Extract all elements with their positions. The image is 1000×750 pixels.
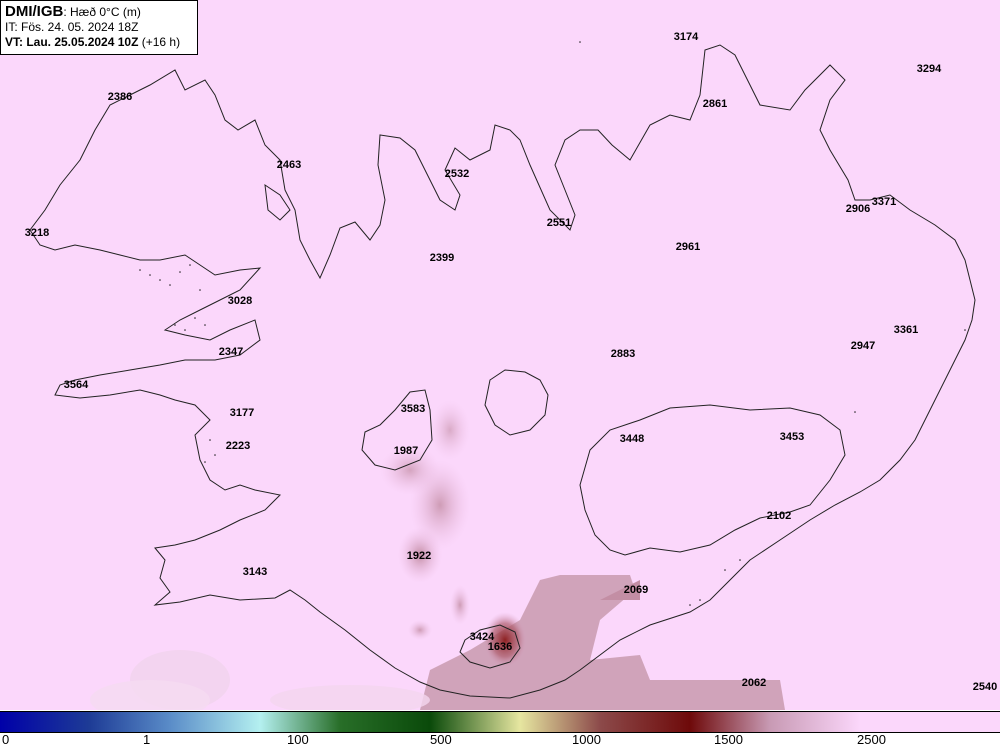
iceland-coastline — [29, 44, 976, 699]
station-value: 3361 — [894, 324, 918, 336]
parameter-label: Hæð 0°C (m) — [70, 5, 141, 19]
colorbar-tick: 0 — [2, 732, 10, 747]
station-value: 3564 — [64, 379, 89, 391]
station-value: 2906 — [846, 203, 870, 215]
initial-time: IT: Fös. 24. 05. 2024 18Z — [5, 20, 139, 34]
coastal-islets — [139, 41, 966, 606]
station-value: 3143 — [243, 566, 267, 578]
station-value: 2386 — [108, 91, 132, 103]
station-value: 3174 — [674, 31, 699, 43]
station-value: 2223 — [226, 440, 250, 452]
station-value: 2540 — [973, 681, 997, 693]
station-value: 3453 — [780, 431, 804, 443]
colorbar-tick: 100 — [287, 732, 309, 747]
colorbar-tick: 1000 — [572, 732, 601, 747]
station-value: 1636 — [488, 641, 512, 653]
station-value: 1922 — [407, 550, 431, 562]
station-value: 3177 — [230, 407, 254, 419]
station-value: 2069 — [624, 584, 648, 596]
station-value: 2883 — [611, 348, 635, 360]
station-value: 2102 — [767, 510, 791, 522]
station-value: 3028 — [228, 295, 252, 307]
colorbar: 0 1 100 500 1000 1500 2500 — [0, 710, 1000, 750]
station-value: 2551 — [547, 217, 571, 229]
station-value: 3448 — [620, 433, 644, 445]
valid-time-offset: (+16 h) — [141, 35, 181, 49]
low-freezing-level-shading — [90, 400, 785, 720]
station-value: 1987 — [394, 445, 418, 457]
station-value: 3583 — [401, 403, 425, 415]
source-label: DMI/IGB — [5, 3, 64, 20]
station-value: 3371 — [872, 196, 896, 208]
map-info-box: DMI/IGB: Hæð 0°C (m) IT: Fös. 24. 05. 20… — [0, 0, 198, 55]
freezing-level-map: 3174 3294 2386 2861 2463 2532 29063371 3218 2551… — [25, 31, 997, 720]
station-value: 2947 — [851, 340, 875, 352]
source-separator: : — [63, 5, 71, 19]
station-value: 2532 — [445, 168, 469, 180]
colorbar-strip — [0, 711, 1000, 733]
valid-time: VT: Lau. 25.05.2024 10Z — [5, 35, 139, 49]
station-value: 2463 — [277, 159, 301, 171]
station-value: 2347 — [219, 346, 243, 358]
station-value: 2062 — [742, 677, 766, 689]
station-value: 3294 — [917, 63, 942, 75]
station-value: 2399 — [430, 252, 454, 264]
station-value: 3218 — [25, 227, 49, 239]
colorbar-tick: 500 — [430, 732, 452, 747]
colorbar-tick: 2500 — [857, 732, 886, 747]
station-value: 2861 — [703, 98, 727, 110]
colorbar-tick: 1 — [143, 732, 151, 747]
colorbar-tick: 1500 — [714, 732, 743, 747]
station-value: 2961 — [676, 241, 700, 253]
